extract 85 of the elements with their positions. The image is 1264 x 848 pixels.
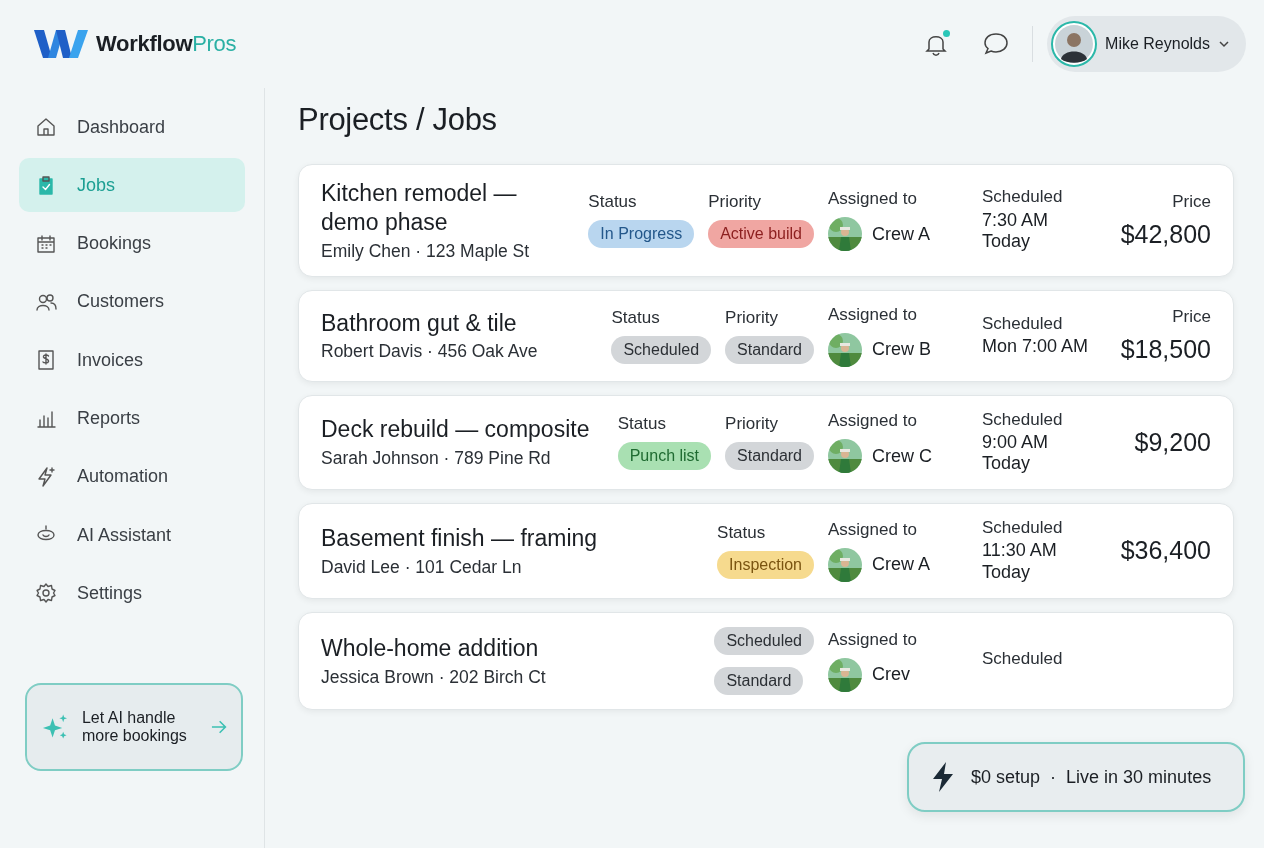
column-label: Assigned to (828, 411, 918, 432)
crew-name: Crew A (872, 554, 931, 576)
job-card[interactable]: Bathroom gut & tile Robert Davis · 456 Oak Ave Status Scheduled Priority Standard Assigned to Crew B Scheduled Mon 7:00 AM Price $18,500 (298, 289, 1234, 382)
status-tag: In Progress (588, 220, 695, 249)
job-title: Kitchen remodel — demo phase (321, 179, 518, 237)
nav-item[interactable]: Automation (19, 449, 245, 504)
column-label: Scheduled (982, 409, 1064, 430)
toast-text: Live in 30 minutes (1066, 766, 1212, 788)
job-price: $18,500 (1120, 335, 1211, 363)
status-tag: Scheduled (611, 335, 712, 364)
column-label: Status (588, 192, 637, 213)
column-label: Status (611, 307, 660, 328)
column-label: Scheduled (982, 313, 1064, 334)
unread-dot (943, 30, 951, 37)
column-label: Scheduled (982, 649, 1064, 670)
job-client: Sarah Johnson · 789 Pine Rd (321, 448, 552, 470)
separator: · (1050, 766, 1057, 788)
user-menu[interactable]: Mike Reynolds (1047, 16, 1246, 72)
schedule-time: Mon 7:00 AM (982, 335, 1090, 358)
user-name: Mike Reynolds (1105, 35, 1210, 53)
ai-promo-button[interactable]: Let AI handle more bookings (25, 682, 243, 771)
schedule-time: 11:30 AM (982, 540, 1058, 563)
nav-item[interactable]: AI Assistant (19, 508, 245, 563)
brand-name: WorkflowPros (96, 31, 237, 57)
column-label: Assigned to (828, 189, 918, 210)
schedule-time: Today (982, 231, 1032, 254)
job-price: $42,800 (1120, 219, 1211, 248)
home-icon (35, 116, 57, 138)
job-price: $36,400 (1120, 536, 1211, 565)
job-client: Robert Davis · 456 Oak Ave (321, 341, 539, 363)
schedule-time: 9:00 AM (982, 431, 1050, 454)
crew-name: Crew A (872, 223, 931, 245)
status-tag: Inspection (717, 550, 814, 579)
calendar-icon (35, 232, 57, 255)
column-label: Price (1171, 191, 1211, 212)
job-client: David Lee · 101 Cedar Ln (321, 556, 523, 578)
column-label: Assigned to (828, 519, 918, 540)
status-tag: Standard (725, 335, 814, 364)
schedule-time: Today (982, 453, 1032, 476)
column-label: Priority (725, 307, 778, 328)
job-price: $9,200 (1134, 427, 1211, 456)
nav-item[interactable]: Reports (19, 391, 245, 446)
job-title: Deck rebuild — composite (321, 415, 591, 445)
caret-icon (1218, 38, 1230, 50)
gear-icon (35, 582, 57, 605)
dollar-document-icon (35, 349, 57, 372)
job-card[interactable]: Basement finish — framing David Lee · 101 Cedar Ln Status Inspection Assigned to Crew A Scheduled 11:30 AM Today $36,400 (298, 503, 1234, 599)
column-label: Assigned to (828, 304, 918, 325)
column-label: Assigned to (828, 629, 918, 650)
lightning-icon (35, 465, 57, 488)
status-tag: Punch list (617, 442, 712, 471)
column-label: Status (617, 414, 666, 435)
schedule-time: Today (982, 562, 1032, 584)
job-title: Basement finish — framing (321, 524, 599, 553)
nav-item[interactable]: Dashboard (19, 100, 245, 154)
job-client: Jessica Brown · 202 Birch Ct (321, 666, 547, 688)
job-card[interactable]: Whole-home addition Jessica Brown · 202 Birch Ct Scheduled Standard Assigned to Crev Scheduled (298, 611, 1234, 710)
schedule-time: 7:30 AM (982, 209, 1050, 232)
column-label: Priority (708, 192, 762, 213)
logo-icon (34, 28, 88, 60)
column-label: Scheduled (982, 518, 1064, 539)
crew-name: Crew C (872, 445, 932, 467)
nav-item[interactable]: Invoices (19, 333, 245, 388)
avatar-icon (1051, 21, 1098, 67)
job-card[interactable]: Deck rebuild — composite Sarah Johnson · 789 Pine Rd Status Punch list Priority Standard Assigned to Crew C Scheduled 9:00 AM Today $9,200 (298, 394, 1234, 491)
status-tag: Active build (708, 220, 814, 249)
column-label: Priority (725, 414, 778, 435)
toast-text: $0 setup (971, 766, 1041, 788)
nav-item[interactable]: Bookings (19, 216, 245, 271)
job-title: Bathroom gut & tile (321, 308, 518, 338)
page-title: Projects / Jobs (298, 102, 498, 138)
nav-item[interactable]: Settings (19, 566, 245, 621)
nav-item[interactable]: Customers (19, 274, 245, 329)
crew-name: Crew B (872, 339, 931, 360)
crew-name: Crev (872, 664, 910, 686)
lightning-icon (931, 762, 955, 792)
column-label: Price (1171, 307, 1211, 327)
status-tag: Scheduled (714, 626, 814, 655)
job-client: Emily Chen · 123 Maple St (321, 240, 531, 262)
job-title: Whole-home addition (321, 633, 540, 663)
column-label: Status (717, 522, 766, 543)
job-card[interactable]: Kitchen remodel — demo phase Emily Chen · 123 Maple St Status In Progress Priority Active build Assigned to Crew A Scheduled 7:30 AM Today Price $42,800 (298, 164, 1234, 277)
status-tag: Standard (714, 666, 804, 695)
status-tag: Standard (725, 442, 814, 471)
column-label: Scheduled (982, 187, 1064, 208)
